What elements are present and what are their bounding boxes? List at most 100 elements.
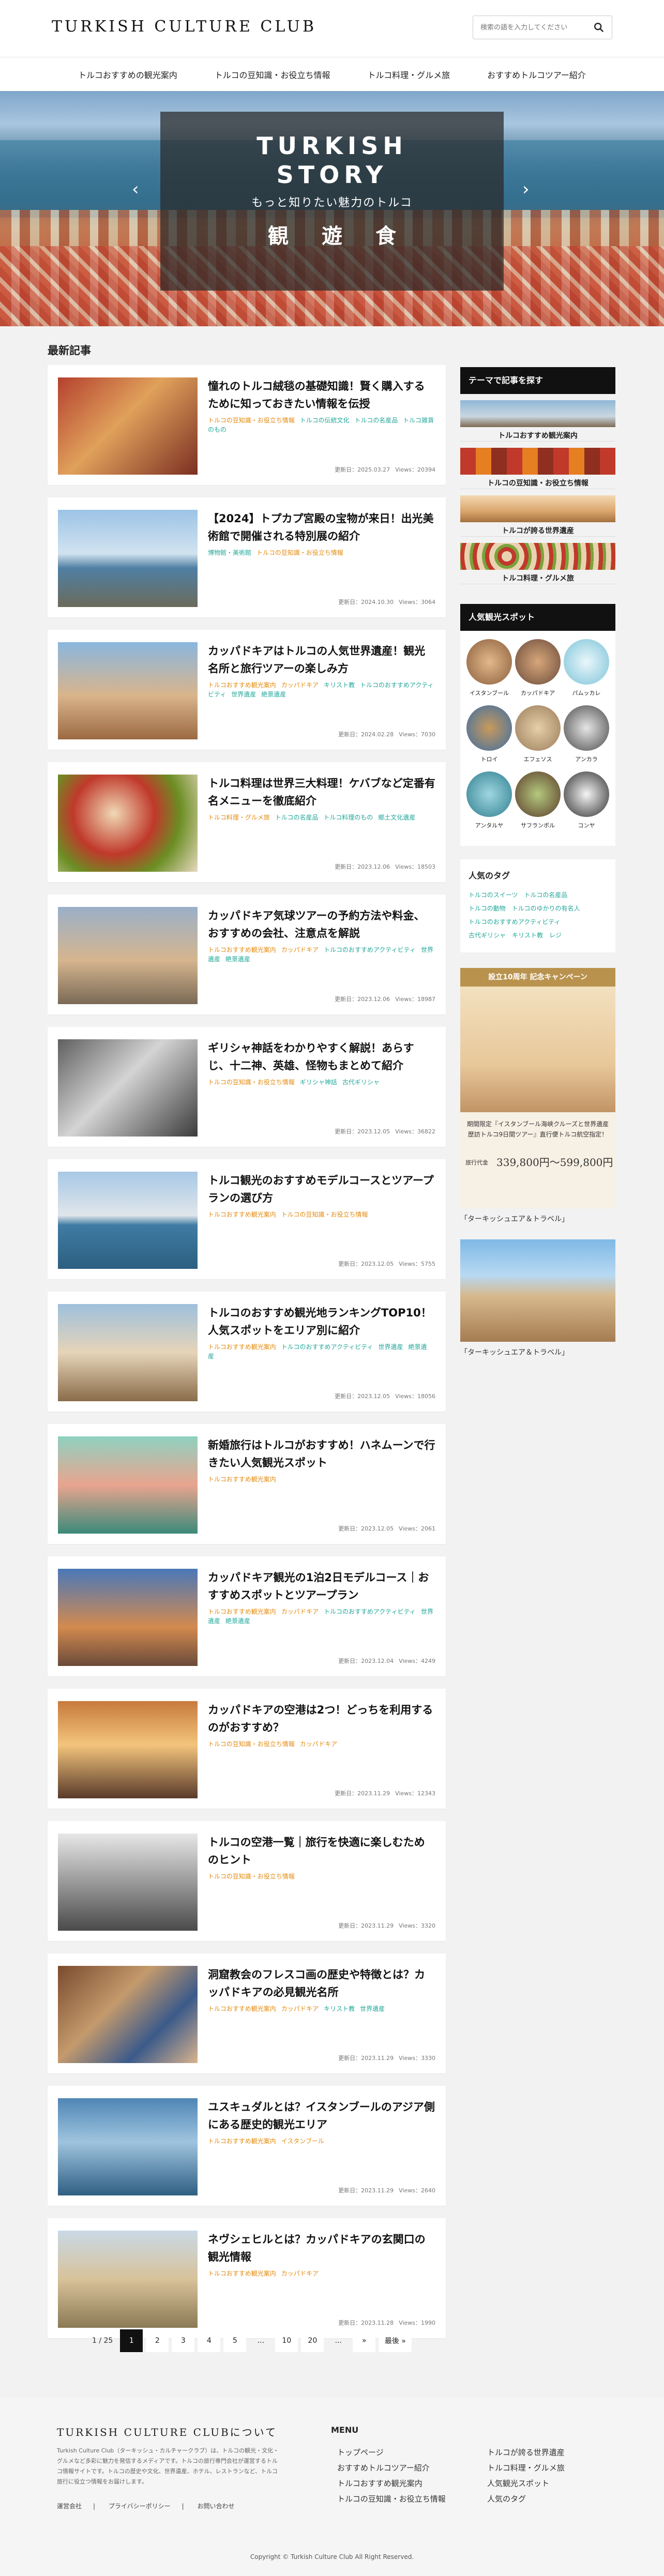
category-tag[interactable]: カッパドキア bbox=[281, 1608, 319, 1615]
ad-banner-2[interactable]: 「ターキッシュエア＆トラベル」 bbox=[460, 1239, 615, 1357]
article-title[interactable]: 憧れのトルコ絨毯の基礎知識！賢く購入するために知っておきたい情報を伝授 bbox=[208, 377, 435, 413]
category-tag[interactable]: トルコおすすめ観光案内 bbox=[208, 946, 276, 953]
article-title[interactable]: カッパドキアはトルコの人気世界遺産！観光名所と旅行ツアーの楽しみ方 bbox=[208, 642, 435, 677]
article-thumbnail[interactable] bbox=[58, 775, 198, 872]
page-button[interactable]: 5 bbox=[223, 2329, 247, 2352]
footer-menu-link[interactable]: トップページ bbox=[337, 2445, 446, 2460]
article-title[interactable]: トルコ観光のおすすめモデルコースとツアープランの選び方 bbox=[208, 1172, 435, 1207]
tag-link[interactable]: トルコの名産品 bbox=[524, 891, 568, 899]
category-tag[interactable]: カッパドキア bbox=[281, 946, 319, 953]
tag-link[interactable]: トルコのゆかりの有名人 bbox=[512, 905, 580, 912]
category-tag[interactable]: イスタンブール bbox=[281, 2138, 324, 2145]
category-tag[interactable]: カッパドキア bbox=[281, 2005, 319, 2012]
tag-link[interactable]: レジ bbox=[549, 932, 562, 939]
footer-menu-link[interactable]: 人気観光スポット bbox=[487, 2476, 565, 2491]
article-title[interactable]: ユスキュダルとは？イスタンブールのアジア側にある歴史的観光エリア bbox=[208, 2098, 435, 2133]
category-tag[interactable]: トルコの伝統文化 bbox=[300, 417, 350, 424]
spot-ankara[interactable]: アンカラ bbox=[564, 705, 609, 763]
page-button[interactable]: 3 bbox=[172, 2329, 195, 2352]
article-card[interactable]: カッパドキアはトルコの人気世界遺産！観光名所と旅行ツアーの楽しみ方トルコおすすめ… bbox=[48, 630, 446, 750]
article-card[interactable]: トルコのおすすめ観光地ランキングTOP10！人気スポットをエリア別に紹介 トルコお… bbox=[48, 1292, 446, 1412]
theme-item-gourmet[interactable]: トルコ料理・グルメ旅 bbox=[460, 543, 615, 584]
footer-menu-link[interactable]: トルコの豆知識・お役立ち情報 bbox=[337, 2491, 446, 2507]
category-tag[interactable]: キリスト教 bbox=[324, 2005, 355, 2012]
footer-menu-link[interactable]: トルコおすすめ観光案内 bbox=[337, 2476, 446, 2491]
spot-cappadocia[interactable]: カッパドキア bbox=[515, 639, 561, 697]
article-thumbnail[interactable] bbox=[58, 1701, 198, 1798]
footer-menu-link[interactable]: 人気のタグ bbox=[487, 2491, 565, 2507]
article-title[interactable]: ネヴシェヒルとは？カッパドキアの玄関口の観光情報 bbox=[208, 2231, 435, 2266]
category-tag[interactable]: トルコの名産品 bbox=[275, 814, 319, 821]
article-thumbnail[interactable] bbox=[58, 1966, 198, 2063]
category-tag[interactable]: トルコおすすめ観光案内 bbox=[208, 1343, 276, 1351]
category-tag[interactable]: 古代ギリシャ bbox=[342, 1079, 380, 1086]
category-tag[interactable]: トルコの豆知識・お役立ち情報 bbox=[208, 1079, 295, 1086]
spot-antalya[interactable]: アンタルヤ bbox=[466, 771, 512, 829]
article-title[interactable]: トルコの空港一覧｜旅行を快適に楽しむためのヒント bbox=[208, 1833, 435, 1869]
search-input[interactable] bbox=[473, 16, 582, 39]
article-title[interactable]: 新婚旅行はトルコがおすすめ！ハネムーンで行きたい人気観光スポット bbox=[208, 1436, 435, 1472]
article-title[interactable]: ギリシャ神話をわかりやすく解説！あらすじ、十二神、英雄、怪物もまとめて紹介 bbox=[208, 1039, 435, 1074]
article-thumbnail[interactable] bbox=[58, 1569, 198, 1666]
article-card[interactable]: カッパドキアの空港は2つ！どっちを利用するのがおすすめ？ トルコの豆知識・お役立ち… bbox=[48, 1689, 446, 1809]
category-tag[interactable]: トルコの豆知識・お役立ち情報 bbox=[208, 1740, 295, 1748]
article-card[interactable]: ギリシャ神話をわかりやすく解説！あらすじ、十二神、英雄、怪物もまとめて紹介トルコ… bbox=[48, 1027, 446, 1147]
category-tag[interactable]: キリスト教 bbox=[324, 681, 355, 689]
category-tag[interactable]: トルコの豆知識・お役立ち情報 bbox=[208, 417, 295, 424]
article-thumbnail[interactable] bbox=[58, 1436, 198, 1534]
theme-item-tips[interactable]: トルコの豆知識・お役立ち情報 bbox=[460, 448, 615, 489]
article-card[interactable]: 【2024】トプカプ宮殿の宝物が来日！出光美術館で開催される特別展の紹介 博物館・… bbox=[48, 497, 446, 617]
footer-link-privacy[interactable]: プライバシーポリシー bbox=[109, 2503, 171, 2510]
article-title[interactable]: 洞窟教会のフレスコ画の歴史や特徴とは？カッパドキアの必見観光名所 bbox=[208, 1966, 435, 2001]
nav-item-tips[interactable]: トルコの豆知識・お役立ち情報 bbox=[196, 68, 349, 81]
spot-troy[interactable]: トロイ bbox=[466, 705, 512, 763]
footer-menu-link[interactable]: トルコが誇る世界遺産 bbox=[487, 2445, 565, 2460]
category-tag[interactable]: トルコの豆知識・お役立ち情報 bbox=[281, 1211, 368, 1218]
article-thumbnail[interactable] bbox=[58, 510, 198, 607]
page-button[interactable]: 10 bbox=[275, 2329, 298, 2352]
article-title[interactable]: カッパドキアの空港は2つ！どっちを利用するのがおすすめ？ bbox=[208, 1701, 435, 1736]
page-button[interactable]: 4 bbox=[198, 2329, 221, 2352]
category-tag[interactable]: カッパドキア bbox=[300, 1740, 337, 1748]
article-title[interactable]: カッパドキア気球ツアーの予約方法や料金、おすすめの会社、注意点を解説 bbox=[208, 907, 435, 942]
article-card[interactable]: 新婚旅行はトルコがおすすめ！ハネムーンで行きたい人気観光スポットトルコおすすめ観… bbox=[48, 1424, 446, 1544]
category-tag[interactable]: トルコおすすめ観光案内 bbox=[208, 2005, 276, 2012]
spot-konya[interactable]: コンヤ bbox=[564, 771, 609, 829]
article-title[interactable]: トルコ料理は世界三大料理！ケバブなど定番有名メニューを徹底紹介 bbox=[208, 775, 435, 810]
article-card[interactable]: ユスキュダルとは？イスタンブールのアジア側にある歴史的観光エリアトルコおすすめ観… bbox=[48, 2086, 446, 2206]
category-tag[interactable]: トルコの豆知識・お役立ち情報 bbox=[256, 549, 343, 556]
hero-prev-icon[interactable]: ‹ bbox=[132, 179, 139, 200]
category-tag[interactable]: トルコおすすめ観光案内 bbox=[208, 1476, 276, 1483]
spot-istanbul[interactable]: イスタンブール bbox=[466, 639, 512, 697]
article-thumbnail[interactable] bbox=[58, 377, 198, 475]
category-tag[interactable]: 絶景遺産 bbox=[225, 956, 250, 963]
footer-link-contact[interactable]: お問い合わせ bbox=[198, 2503, 235, 2510]
page-button[interactable]: 1 bbox=[120, 2329, 143, 2352]
article-thumbnail[interactable] bbox=[58, 642, 198, 739]
category-tag[interactable]: トルコの名産品 bbox=[355, 417, 398, 424]
spot-ephesus[interactable]: エフェソス bbox=[515, 705, 561, 763]
tag-link[interactable]: トルコのおすすめアクティビティ bbox=[469, 918, 561, 926]
article-card[interactable]: トルコ料理は世界三大料理！ケバブなど定番有名メニューを徹底紹介トルコ料理・グルメ… bbox=[48, 762, 446, 882]
ad-caption[interactable]: 「ターキッシュエア＆トラベル」 bbox=[460, 1214, 615, 1224]
tag-link[interactable]: トルコの動物 bbox=[469, 905, 506, 912]
site-logo[interactable]: TURKISH CULTURE CLUB bbox=[52, 18, 316, 36]
category-tag[interactable]: 絶景遺産 bbox=[225, 1617, 250, 1625]
article-card[interactable]: トルコ観光のおすすめモデルコースとツアープランの選び方 トルコおすすめ観光案内 トル… bbox=[48, 1159, 446, 1279]
nav-item-sightseeing[interactable]: トルコおすすめの観光案内 bbox=[59, 68, 196, 81]
category-tag[interactable]: トルコのおすすめアクティビティ bbox=[324, 1608, 416, 1615]
article-card[interactable]: 憧れのトルコ絨毯の基礎知識！賢く購入するために知っておきたい情報を伝授トルコの豆… bbox=[48, 365, 446, 485]
category-tag[interactable]: 世界遺産 bbox=[231, 691, 256, 698]
category-tag[interactable]: トルコおすすめ観光案内 bbox=[208, 681, 276, 689]
article-thumbnail[interactable] bbox=[58, 907, 198, 1004]
tag-link[interactable]: 古代ギリシャ bbox=[469, 932, 506, 939]
category-tag[interactable]: 世界遺産 bbox=[379, 1343, 403, 1351]
article-card[interactable]: 洞窟教会のフレスコ画の歴史や特徴とは？カッパドキアの必見観光名所トルコおすすめ観… bbox=[48, 1953, 446, 2073]
category-tag[interactable]: トルコおすすめ観光案内 bbox=[208, 2138, 276, 2145]
tag-link[interactable]: トルコのスイーツ bbox=[469, 891, 518, 899]
category-tag[interactable]: ギリシャ神話 bbox=[300, 1079, 337, 1086]
page-button[interactable]: 2 bbox=[146, 2329, 169, 2352]
article-card[interactable]: カッパドキア観光の1泊2日モデルコース｜おすすめスポットとツアープラン トルコおす… bbox=[48, 1556, 446, 1676]
nav-item-tours[interactable]: おすすめトルコツアー紹介 bbox=[469, 68, 605, 81]
category-tag[interactable]: トルコ料理・グルメ旅 bbox=[208, 814, 270, 821]
